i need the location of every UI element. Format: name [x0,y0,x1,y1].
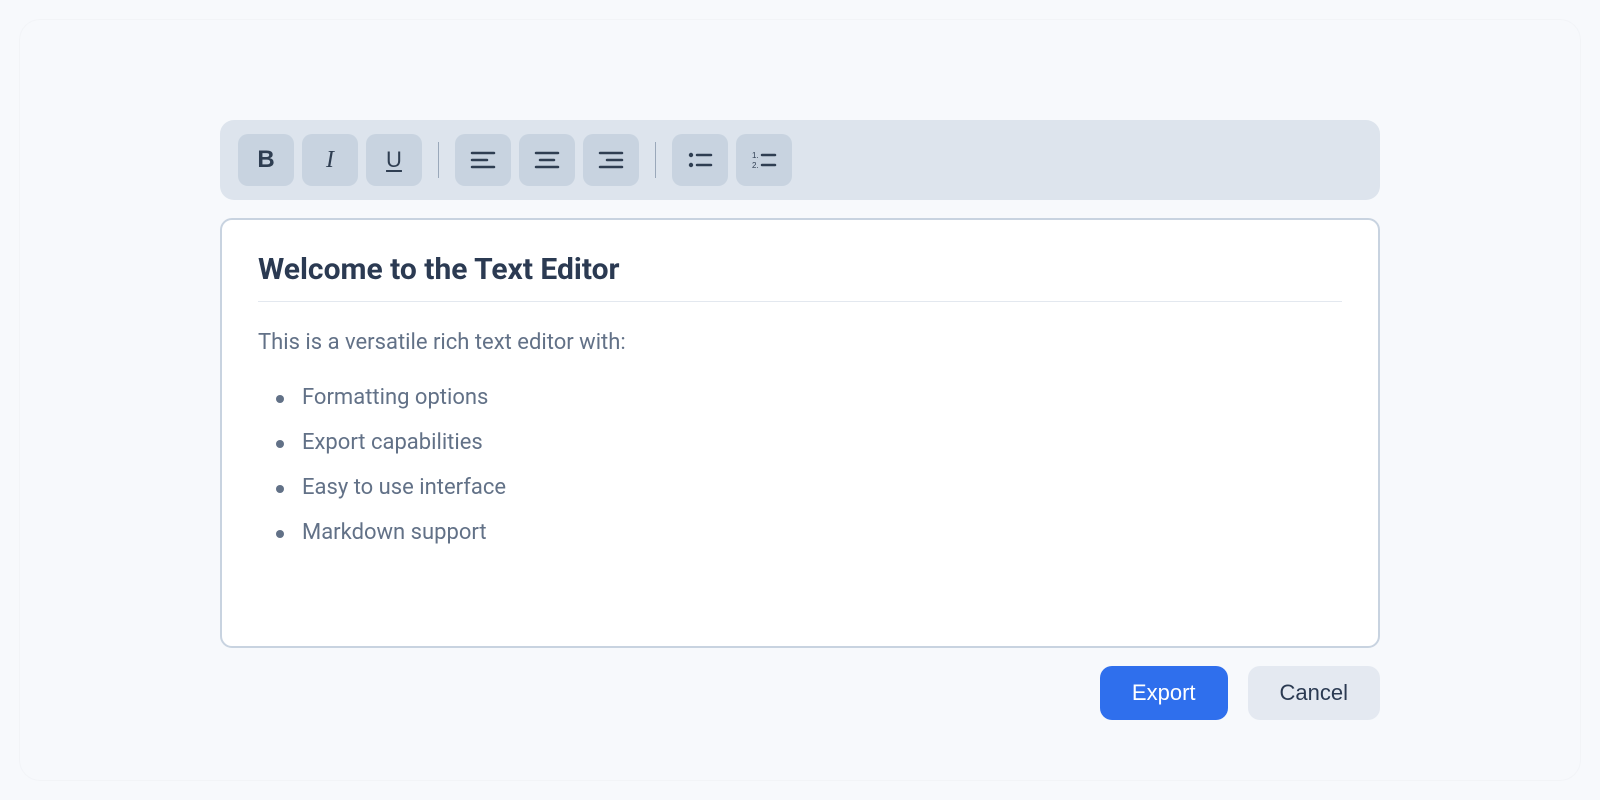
cancel-button[interactable]: Cancel [1248,666,1380,720]
export-button[interactable]: Export [1100,666,1228,720]
svg-text:1.: 1. [752,151,759,160]
content-intro: This is a versatile rich text editor wit… [258,330,1342,355]
toolbar-separator [438,142,439,178]
editor-content-area[interactable]: Welcome to the Text Editor This is a ver… [220,218,1380,648]
list-item: Formatting options [276,375,1342,420]
formatting-toolbar: B I U [220,120,1380,200]
align-right-button[interactable] [583,134,639,186]
bullet-list-button[interactable] [672,134,728,186]
italic-icon: I [326,147,334,174]
numbered-list-button[interactable]: 1. 2. [736,134,792,186]
underline-button[interactable]: U [366,134,422,186]
align-center-icon [533,146,561,174]
align-left-icon [469,146,497,174]
underline-icon: U [386,147,402,173]
list-item: Export capabilities [276,420,1342,465]
align-right-icon [597,146,625,174]
align-left-button[interactable] [455,134,511,186]
align-center-button[interactable] [519,134,575,186]
list-item: Markdown support [276,510,1342,555]
content-heading: Welcome to the Text Editor [258,252,1342,302]
bold-icon: B [257,146,274,174]
list-item: Easy to use interface [276,465,1342,510]
editor-card: B I U [20,20,1580,780]
bold-button[interactable]: B [238,134,294,186]
numbered-list-icon: 1. 2. [750,146,778,174]
svg-text:2.: 2. [752,161,759,170]
toolbar-separator [655,142,656,178]
action-bar: Export Cancel [220,666,1380,720]
italic-button[interactable]: I [302,134,358,186]
bullet-list-icon [686,146,714,174]
content-bullet-list: Formatting options Export capabilities E… [258,375,1342,555]
